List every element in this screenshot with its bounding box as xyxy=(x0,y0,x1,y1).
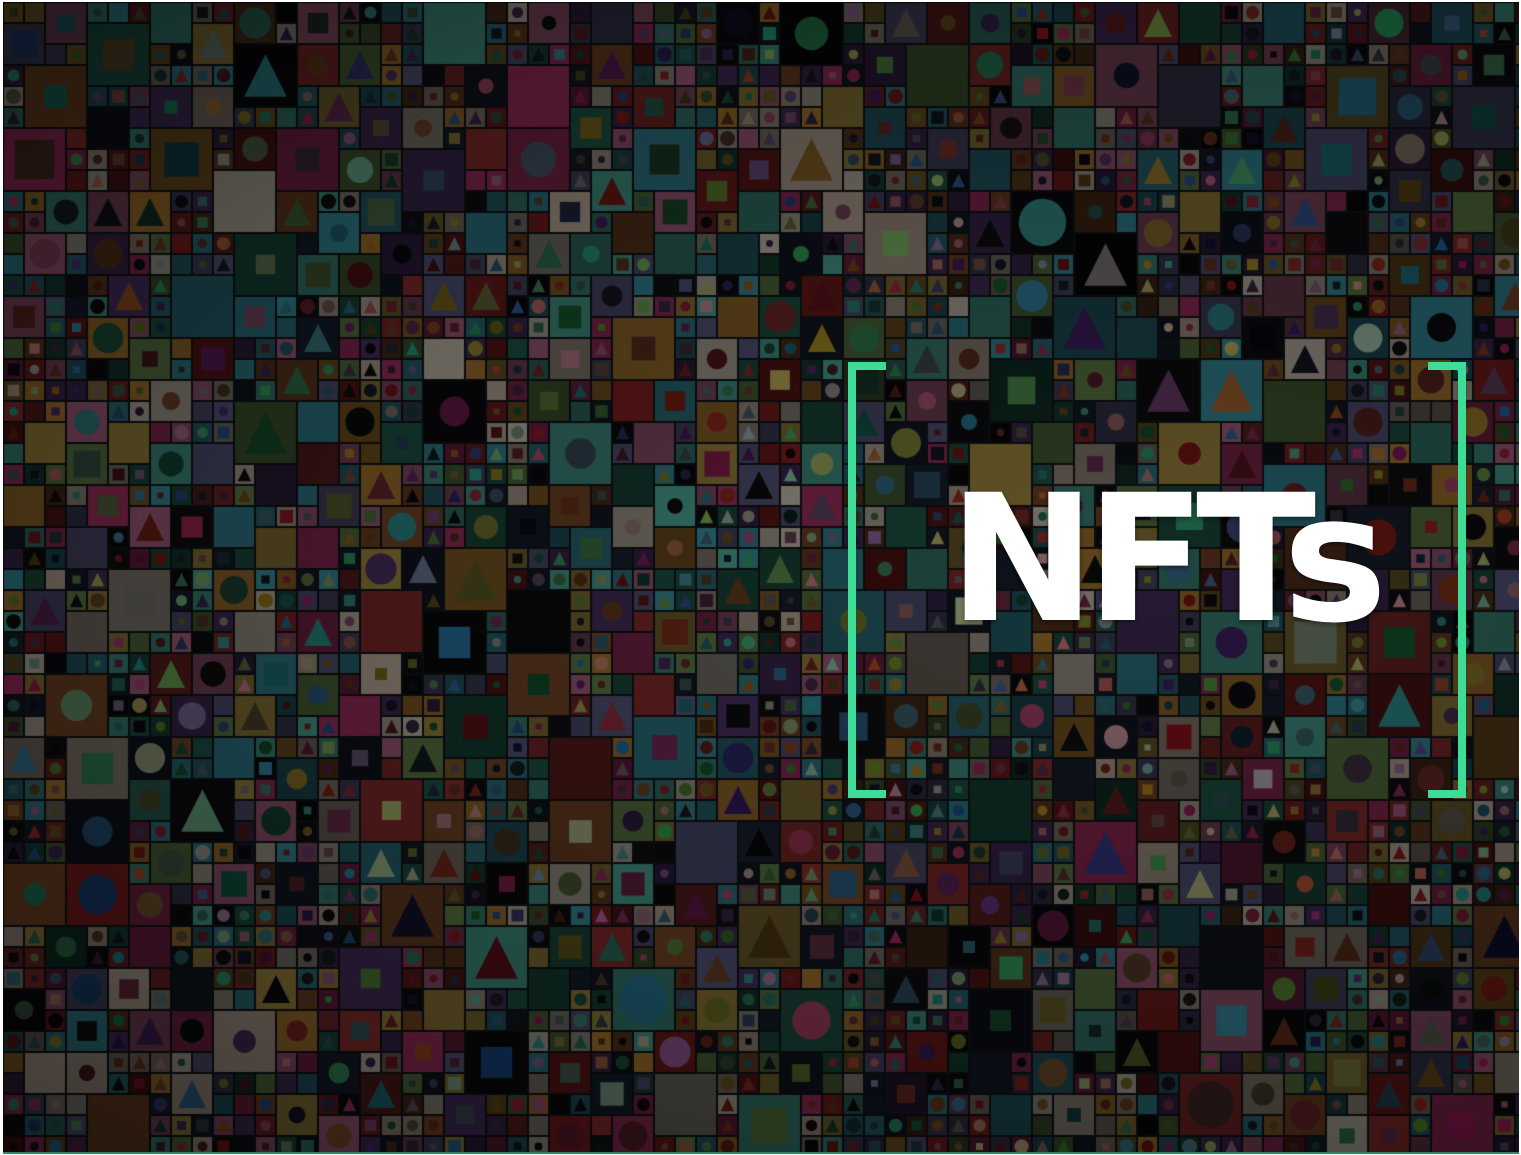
hero-title: NFTs xyxy=(948,457,1388,662)
hero-banner: NFTs xyxy=(3,2,1519,1154)
left-bracket xyxy=(848,362,886,798)
